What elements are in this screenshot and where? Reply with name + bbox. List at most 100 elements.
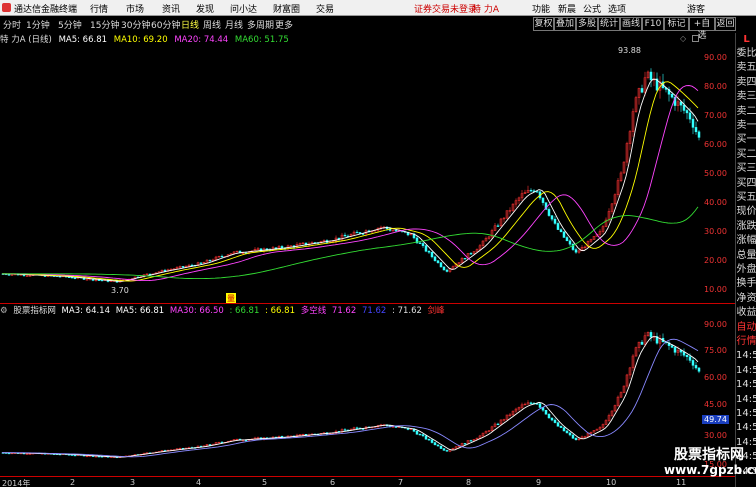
tab-weekly[interactable]: 周线 [203, 18, 221, 31]
menu-item-gongneng[interactable]: 功能 [532, 2, 550, 15]
statistics-button[interactable]: 统计 [598, 17, 620, 31]
sub-value-4: 71.62 [361, 306, 387, 316]
month-label: 7 [398, 478, 404, 487]
candle-body [427, 251, 431, 253]
month-label: 3 [130, 478, 136, 487]
tab-fenshi[interactable]: 分时 [3, 18, 21, 31]
candle-body [529, 189, 533, 192]
axis-tick: 90.00 [704, 53, 727, 62]
sidebar-item[interactable]: 涨幅 [736, 234, 756, 248]
sidebar-top-label[interactable]: L [736, 33, 756, 47]
overlay-button[interactable]: 叠加 [554, 17, 576, 31]
axis-tick: 30.00 [704, 227, 727, 236]
sidebar-item[interactable]: 买二 [736, 148, 756, 162]
fuquan-button[interactable]: 复权 [533, 17, 554, 31]
tab-more[interactable]: 更多 [275, 18, 293, 31]
month-label: 6 [330, 478, 336, 487]
add-favorite-button[interactable]: +自选 [689, 17, 715, 41]
indicator-title: 股票指标网 [13, 306, 56, 316]
sidebar-item[interactable]: 14:50 [736, 393, 756, 407]
menu-item-jiaoyi[interactable]: 交易 [316, 2, 334, 15]
sidebar-item[interactable]: 总量 [736, 249, 756, 263]
main-candlestick-chart[interactable] [0, 44, 704, 304]
sidebar-item[interactable]: 委比 [736, 47, 756, 61]
candle-body [685, 355, 689, 357]
sidebar-item[interactable]: 卖五 [736, 61, 756, 75]
panel-settings-icon[interactable] [692, 35, 699, 42]
tab-15min[interactable]: 15分钟 [90, 18, 119, 31]
sub-value-1: : 66.81 [229, 306, 260, 316]
candle-body [682, 104, 686, 111]
sidebar-item[interactable]: 买四 [736, 177, 756, 191]
candle-body [289, 245, 293, 247]
candle-body [436, 444, 440, 447]
candle-body [556, 422, 560, 427]
date-axis: 2014年 2 3 4 5 6 7 8 9 10 11 [0, 476, 735, 487]
candle-body [181, 266, 185, 268]
candle-body [463, 258, 467, 260]
tab-1min[interactable]: 1分钟 [26, 18, 50, 31]
login-notice[interactable]: 证券交易未登录 [414, 2, 477, 15]
diamond-icon[interactable]: ◇ [680, 34, 686, 43]
ma20-line [2, 85, 699, 282]
tab-30min[interactable]: 30分钟 [121, 18, 150, 31]
menu-item-shichang[interactable]: 市场 [126, 2, 144, 15]
sidebar-item[interactable]: 卖四 [736, 76, 756, 90]
sidebar-item[interactable]: 收益 [736, 306, 756, 320]
menu-item-xinchen[interactable]: 新晨 [558, 2, 576, 15]
menu-bar: 通达信金融终端 行情 市场 资讯 发现 问小达 财富圈 交易 证券交易未登录 特… [0, 0, 756, 16]
high-price-label: 93.88 [618, 46, 641, 55]
sidebar-item[interactable]: 卖一 [736, 119, 756, 133]
sidebar-item[interactable]: 14:50 [736, 349, 756, 363]
sidebar-item[interactable]: 卖三 [736, 90, 756, 104]
menu-item-caifuquan[interactable]: 财富圈 [273, 2, 300, 15]
sidebar-item[interactable]: 外盘 [736, 263, 756, 277]
sidebar-item[interactable]: 14:50 [736, 378, 756, 392]
axis-tick: 90.00 [704, 320, 727, 329]
sidebar-item[interactable]: 现价 [736, 205, 756, 219]
axis-tick: 70.00 [704, 111, 727, 120]
sidebar-item[interactable]: 买三 [736, 162, 756, 176]
mark-button[interactable]: 标记 [664, 17, 689, 31]
sidebar-item[interactable]: 买一 [736, 133, 756, 147]
candle-body [670, 345, 674, 348]
candle-body [73, 454, 77, 457]
sidebar-item[interactable]: 涨跌 [736, 220, 756, 234]
tab-60min[interactable]: 60分钟 [151, 18, 180, 31]
back-button[interactable]: 返回 [715, 17, 736, 31]
tab-daily[interactable]: 日线 [181, 18, 199, 31]
menu-item-youke[interactable]: 游客 [687, 2, 705, 15]
sidebar-item[interactable]: 净资 [736, 292, 756, 306]
candle-body [562, 231, 566, 238]
f10-button[interactable]: F10 [642, 17, 664, 31]
tab-monthly[interactable]: 月线 [225, 18, 243, 31]
candle-body [547, 414, 551, 419]
sidebar-item[interactable]: 买五 [736, 191, 756, 205]
candle-body [469, 440, 473, 442]
menu-item-gongshi[interactable]: 公式 [583, 2, 601, 15]
tab-multi-period[interactable]: 多周期 [247, 18, 274, 31]
menu-item-xuanxiang[interactable]: 选项 [608, 2, 626, 15]
indicator-chart[interactable] [0, 316, 704, 476]
sidebar-item[interactable]: 14:50 [736, 407, 756, 421]
sub-ma5-value: MA5: 66.81 [115, 306, 165, 316]
candle-body [694, 127, 698, 133]
candle-body [553, 218, 557, 224]
candle-body [550, 417, 554, 421]
indicator-header: ⚙ 股票指标网 MA3: 64.14 MA5: 66.81 MA30: 66.5… [0, 304, 700, 316]
indicator-settings-icon[interactable]: ⚙ [0, 306, 8, 316]
sidebar-item[interactable]: 卖二 [736, 105, 756, 119]
menu-item-zixun[interactable]: 资讯 [162, 2, 180, 15]
chart-toolbar: 复权 叠加 多股 统计 画线 F10 标记 +自选 返回 [533, 17, 756, 41]
sidebar-item[interactable]: 自动 [736, 321, 756, 335]
draw-line-button[interactable]: 画线 [620, 17, 642, 31]
multi-stock-button[interactable]: 多股 [576, 17, 598, 31]
sidebar-item[interactable]: 14:50 [736, 421, 756, 435]
sidebar-item[interactable]: 换手 [736, 277, 756, 291]
menu-item-wenxiaoda[interactable]: 问小达 [230, 2, 257, 15]
menu-item-faxian[interactable]: 发现 [196, 2, 214, 15]
menu-item-hangqing[interactable]: 行情 [90, 2, 108, 15]
tab-5min[interactable]: 5分钟 [58, 18, 82, 31]
sidebar-item[interactable]: 行情 [736, 335, 756, 349]
sidebar-item[interactable]: 14:50 [736, 364, 756, 378]
